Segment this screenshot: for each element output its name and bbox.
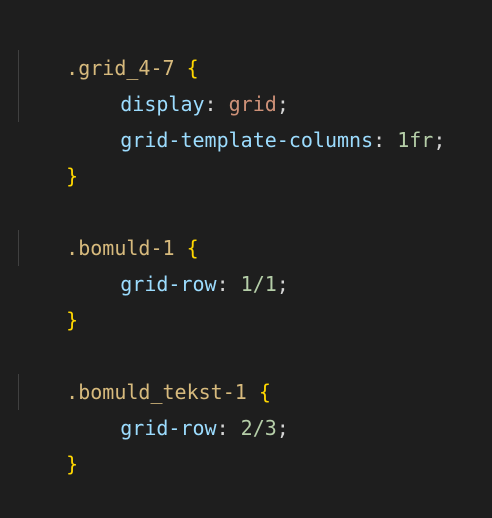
css-value: 1/1: [240, 272, 277, 296]
code-editor[interactable]: .grid_4-7 { display: grid; grid-template…: [0, 0, 492, 476]
indent-guide: [18, 230, 19, 266]
css-value: 1fr: [397, 128, 434, 152]
code-line[interactable]: grid-row: 1/1;: [18, 230, 289, 296]
code-line[interactable]: .bomuld-1 {: [18, 194, 198, 260]
close-brace: }: [66, 308, 79, 332]
close-brace: }: [66, 164, 79, 188]
indent-guide: [18, 86, 19, 122]
code-line[interactable]: }: [18, 410, 78, 476]
indent-guide: [18, 374, 19, 410]
css-property: grid-row: [120, 416, 217, 440]
code-line[interactable]: display: grid;: [18, 50, 289, 116]
close-brace: }: [66, 452, 79, 476]
css-value: 2/3: [240, 416, 277, 440]
indent-guide: [18, 50, 19, 86]
code-line[interactable]: grid-row: 2/3;: [18, 374, 289, 440]
css-property: grid-row: [120, 272, 217, 296]
code-line[interactable]: .grid_4-7 {: [18, 14, 198, 80]
css-property: grid-template-columns: [120, 128, 374, 152]
code-line[interactable]: grid-template-columns: 1fr;: [18, 86, 445, 152]
code-line[interactable]: }: [18, 122, 78, 188]
code-line[interactable]: }: [18, 266, 78, 332]
code-line[interactable]: .bomuld_tekst-1 {: [18, 338, 271, 404]
